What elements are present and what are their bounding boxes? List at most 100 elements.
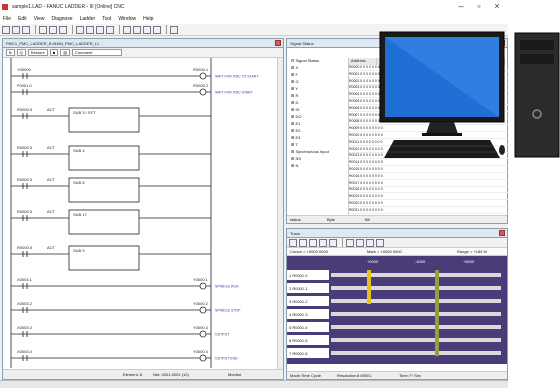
signal-row[interactable]: R0018 0 0 0 0 0 0 0 0 [349, 187, 509, 194]
signal-row[interactable]: R0015 0 0 0 0 0 0 0 0 [349, 167, 509, 173]
title-bar: sample1.LAD - FANUC LADDER - III [Online… [0, 0, 508, 14]
restore-button[interactable]: Restore [27, 49, 48, 56]
minimize-icon[interactable]: – [452, 1, 470, 11]
menu-tool[interactable]: Tool [102, 16, 111, 22]
zoom-out-icon[interactable] [319, 238, 327, 247]
ladder-close-icon[interactable] [275, 40, 281, 46]
function-name: SUB 5 [73, 180, 85, 185]
menu-window[interactable]: Window [118, 16, 136, 22]
save-icon[interactable] [22, 25, 30, 34]
trace-mark-band [435, 270, 439, 356]
trace-signal-bar [331, 351, 501, 355]
menu-help[interactable]: Help [143, 16, 153, 22]
trace-stop-icon[interactable] [299, 238, 307, 247]
signal-tree[interactable]: ⊟ Signal Status ⊞ X ⊞ F ⊞ G ⊞ Y ⊞ R ⊞ D ⊞ DI ⊞ D… [287, 58, 349, 216]
signal-tree-item[interactable]: ⊞ E1 [287, 121, 348, 128]
cut-icon[interactable] [39, 25, 47, 34]
contact-address: R0000.5 [17, 209, 33, 214]
signal-tree-item[interactable]: ⊞ E2 [287, 128, 348, 135]
trace-signal-name: 2 R0001.1 [289, 286, 308, 291]
last-icon[interactable] [376, 238, 384, 247]
comment-select[interactable]: Comment [72, 49, 123, 56]
coil [199, 72, 207, 80]
rung-comment: OUTPUT [215, 333, 230, 337]
function-act: ACT [47, 209, 56, 214]
new-file-icon[interactable] [2, 25, 10, 34]
trace-window-title: Trace [287, 229, 507, 238]
ladder-window: PMC1_PMC_LADDER_B-MAIN_PMC_LADDER_L1 B Q… [2, 38, 284, 380]
coil-address: R0000.2 [193, 83, 209, 88]
zoom-in-icon[interactable] [309, 238, 317, 247]
ladder-icon[interactable] [106, 25, 114, 34]
menu-diagnose[interactable]: Diagnose [51, 16, 72, 22]
signal-row[interactable]: R0017 0 0 0 0 0 0 0 0 [349, 181, 509, 187]
contact-address: F0001.0 [17, 83, 32, 88]
ladder-vertical-scrollbar[interactable] [277, 58, 283, 370]
signal-tree-item[interactable]: ⊞ Synchronous Input [287, 149, 348, 156]
trace-status-bar: Mode:Time Cycle Resolution:8 MSEC Time:?… [287, 371, 507, 379]
copy-icon[interactable] [49, 25, 57, 34]
signal-tree-item[interactable]: ⊞ T [287, 142, 348, 149]
trace-settings-icon[interactable] [329, 238, 337, 247]
signal-row[interactable]: R0014 0 0 0 0 0 0 0 0 [349, 160, 509, 167]
signal-column-header: Address [349, 58, 377, 65]
signal-row[interactable]: R0019 0 0 0 0 0 0 0 0 [349, 194, 509, 201]
coil-icon[interactable] [86, 25, 94, 34]
signal-tree-item[interactable]: ⊟ Signal Status [287, 58, 348, 65]
window-tile-icon[interactable] [153, 25, 161, 34]
signal-row[interactable]: R0016 0 0 0 0 0 0 0 0 [349, 174, 509, 180]
signal-tree-item[interactable]: ⊞ D [287, 100, 348, 107]
trace-axis-label: +8000 [463, 259, 475, 264]
rung-comment: SPINDLE STOP [215, 309, 241, 313]
signal-tree-item[interactable]: ⊞ E3 [287, 135, 348, 142]
close-icon[interactable]: × [488, 1, 506, 11]
menu-edit[interactable]: Edit [18, 16, 27, 22]
signal-row[interactable]: R0020 0 0 0 0 0 0 0 0 [349, 201, 509, 207]
help-icon[interactable] [170, 25, 178, 34]
menu-ladder[interactable]: Ladder [80, 16, 96, 22]
open-file-icon[interactable] [12, 25, 20, 34]
ladder-q-button[interactable]: Q [16, 49, 26, 56]
trace-start-icon[interactable] [289, 238, 297, 247]
menu-view[interactable]: View [34, 16, 45, 22]
signal-tree-item[interactable]: ⊞ N [287, 163, 348, 170]
signal-tree-item[interactable]: ⊞ F [287, 72, 348, 79]
prev-icon[interactable] [356, 238, 364, 247]
monitor-icon[interactable] [123, 25, 131, 34]
menu-file[interactable]: File [3, 16, 11, 22]
app-status-bar [0, 380, 508, 388]
coil-address: Y0000.1 [193, 277, 209, 282]
search-icon[interactable] [143, 25, 151, 34]
trace-signal-bar [331, 299, 501, 303]
net-status: Net: 0001-0001 (10) [153, 372, 189, 377]
signal-tree-item[interactable]: ⊞ NS [287, 156, 348, 163]
coil-address: Y0000.4 [193, 349, 209, 354]
first-icon[interactable] [346, 238, 354, 247]
trace-window: Trace Cursor = +0000 0000 Mark = +0000 0… [286, 228, 508, 380]
ladder-b-button[interactable]: B [6, 49, 15, 56]
online-icon[interactable] [133, 25, 141, 34]
function-icon[interactable] [96, 25, 104, 34]
menu-bar: File Edit View Diagnose Ladder Tool Wind… [0, 14, 508, 24]
signal-tree-item[interactable]: ⊞ X [287, 65, 348, 72]
signal-tree-item[interactable]: ⊞ DI [287, 107, 348, 114]
trace-close-icon[interactable] [499, 230, 505, 236]
signal-tree-item[interactable]: ⊞ DO [287, 114, 348, 121]
paste-icon[interactable] [59, 25, 67, 34]
ladder-diagram[interactable]: Y00000 R0000.1 WAIT FOR PMC TO START F0001.… [3, 58, 277, 370]
restore-icon[interactable]: ▫ [470, 1, 488, 11]
trace-chart[interactable]: +0000 -4000 +8000 1 R0001.0 2 R0001.1 3 R0001… [287, 256, 507, 364]
signal-row[interactable]: R0021 0 0 0 0 0 0 0 0 [349, 208, 509, 214]
signal-tree-item[interactable]: ⊞ Y [287, 86, 348, 93]
signal-tree-item[interactable]: ⊞ G [287, 79, 348, 86]
coil-address: Y0000.3 [193, 325, 209, 330]
signal-tree-item[interactable]: ⊞ R [287, 93, 348, 100]
next-icon[interactable] [366, 238, 374, 247]
ladder-search-button[interactable]: ▤ [60, 49, 71, 56]
rung-comment: WAIT FOR PMC START [215, 91, 254, 95]
ladder-mode-button[interactable]: ■ [49, 49, 59, 56]
trace-signal-name: 5 R0001.4 [289, 325, 308, 330]
element-status: Element: 8 [123, 372, 143, 377]
trace-signal-name: 1 R0001.0 [289, 273, 308, 278]
contact-icon[interactable] [76, 25, 84, 34]
